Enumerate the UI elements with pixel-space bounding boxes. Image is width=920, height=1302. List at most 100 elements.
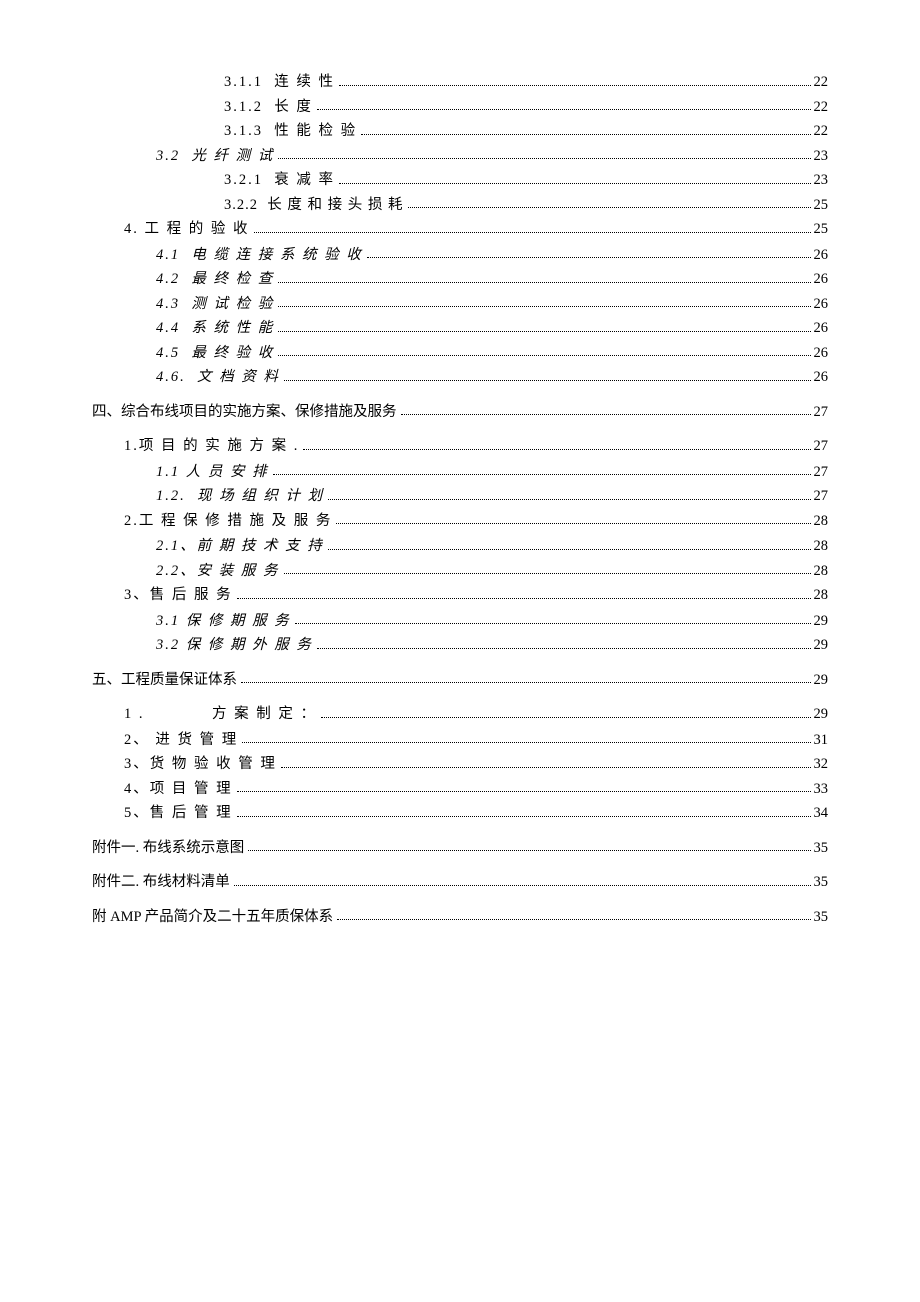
toc-entry-page: 26 [814,346,829,361]
toc-leader-dots [284,565,811,574]
toc-entry: 附件二. 布线材料清单 35 [92,875,828,890]
toc-entry-label: 4.3 测 试 检 验 [156,297,274,312]
toc-entry: 附件一. 布线系统示意图35 [92,841,828,856]
toc-leader-dots [408,199,811,208]
toc-entry-page: 35 [814,841,829,856]
toc-entry: 1.2. 现 场 组 织 计 划27 [92,489,828,504]
toc-entry: 3.2.1 衰 减 率23 [92,173,828,188]
toc-entry: 1.1 人 员 安 排 27 [92,465,828,480]
toc-entry-label: 4.1 电 缆 连 接 系 统 验 收 [156,248,363,263]
toc-entry-page: 32 [814,757,829,772]
toc-entry: 四、综合布线项目的实施方案、保修措施及服务 27 [92,405,828,420]
toc-leader-dots [328,541,811,550]
toc-leader-dots [281,759,811,768]
toc-entry-page: 28 [814,539,829,554]
toc-entry-page: 25 [814,222,829,237]
toc-entry-label: 3.2.2 长 度 和 接 头 损 耗 [224,198,404,213]
toc-entry-page: 29 [814,638,829,653]
toc-leader-dots [278,274,810,283]
toc-entry-page: 26 [814,297,829,312]
toc-leader-dots [317,101,811,110]
toc-entry-page: 26 [814,272,829,287]
toc-entry-label: 4.2 最 终 检 查 [156,272,274,287]
toc-leader-dots [328,491,810,500]
toc-entry-page: 27 [814,405,829,420]
toc-entry-page: 33 [814,782,829,797]
toc-entry: 1.项 目 的 实 施 方 案 .27 [92,439,828,454]
toc-entry: 3.2.2 长 度 和 接 头 损 耗 25 [92,198,828,213]
toc-entry-label: 3.1.1 连 续 性 [224,75,335,90]
toc-entry-page: 31 [814,733,829,748]
toc-entry-label: 附件二. 布线材料清单 [92,875,230,890]
toc-entry-label: 3.1.2 长 度 [224,100,313,115]
toc-entry: 4.1 电 缆 连 接 系 统 验 收 26 [92,248,828,263]
toc-entry: 3.1 保 修 期 服 务 29 [92,614,828,629]
toc-leader-dots [237,808,811,817]
toc-leader-dots [303,441,810,450]
toc-entry-label: 3、售 后 服 务 [124,588,233,603]
toc-entry: 3.1.1 连 续 性22 [92,75,828,90]
toc-leader-dots [237,590,811,599]
toc-leader-dots [241,674,811,683]
toc-entry: 4、项 目 管 理33 [92,782,828,797]
toc-leader-dots [361,126,810,135]
toc-entry-label: 2.1、前 期 技 术 支 持 [156,539,324,554]
toc-entry: 3.2 保 修 期 外 服 务 29 [92,638,828,653]
toc-entry-label: 4.4 系 统 性 能 [156,321,274,336]
toc-leader-dots [234,877,811,886]
toc-leader-dots [278,347,810,356]
toc-entry-page: 25 [814,198,829,213]
toc-entry-label: 3.2 保 修 期 外 服 务 [156,638,313,653]
toc-entry-label: 5、售 后 管 理 [124,806,233,821]
toc-entry-label: 3.1.3 性 能 检 验 [224,124,357,139]
document-page: 3.1.1 连 续 性223.1.2 长 度223.1.3 性 能 检 验223… [0,0,920,1302]
toc-entry-page: 35 [814,910,829,925]
toc-entry-page: 29 [814,707,829,722]
toc-entry: 五、工程质量保证体系 29 [92,673,828,688]
toc-entry-page: 26 [814,248,829,263]
toc-leader-dots [278,298,810,307]
toc-entry-label: 4.6. 文 档 资 料 [156,370,280,385]
toc-entry: 4.4 系 统 性 能26 [92,321,828,336]
toc-leader-dots [337,911,810,920]
toc-leader-dots [336,515,810,524]
toc-entry-label: 五、工程质量保证体系 [92,673,237,688]
toc-entry: 3、货 物 验 收 管 理 32 [92,757,828,772]
toc-leader-dots [295,615,811,624]
toc-leader-dots [367,249,811,258]
toc-entry-label: 四、综合布线项目的实施方案、保修措施及服务 [92,405,397,420]
toc-entry-label: 2.2、安 装 服 务 [156,564,280,579]
toc-entry-label: 2、 进 货 管 理 [124,733,238,748]
toc-entry-label: 1 . 方 案 制 定 ： [124,707,317,722]
toc-leader-dots [401,406,811,415]
toc-entry-label: 3.1 保 修 期 服 务 [156,614,291,629]
toc-entry-page: 27 [814,465,829,480]
toc-entry-label: 3.2.1 衰 减 率 [224,173,335,188]
toc-entry: 3、售 后 服 务28 [92,588,828,603]
toc-entry: 4. 工 程 的 验 收25 [92,222,828,237]
toc-entry: 4.6. 文 档 资 料 26 [92,370,828,385]
toc-entry: 2.工 程 保 修 措 施 及 服 务28 [92,514,828,529]
toc-entry-page: 35 [814,875,829,890]
toc-entry: 4.3 测 试 检 验 26 [92,297,828,312]
toc-entry-page: 29 [814,673,829,688]
toc-entry: 3.2 光 纤 测 试23 [92,149,828,164]
toc-entry-label: 4.5 最 终 验 收 [156,346,274,361]
toc-leader-dots [321,709,811,718]
toc-entry-page: 28 [814,564,829,579]
toc-entry-page: 22 [814,124,829,139]
table-of-contents: 3.1.1 连 续 性223.1.2 长 度223.1.3 性 能 检 验223… [92,75,828,924]
toc-leader-dots [284,372,811,381]
toc-leader-dots [242,734,810,743]
toc-entry-label: 1.1 人 员 安 排 [156,465,269,480]
toc-leader-dots [317,640,811,649]
toc-leader-dots [278,323,810,332]
toc-entry-label: 2.工 程 保 修 措 施 及 服 务 [124,514,332,529]
toc-entry-label: 3、货 物 验 收 管 理 [124,757,277,772]
toc-leader-dots [339,175,811,184]
toc-entry-page: 29 [814,614,829,629]
toc-leader-dots [248,842,810,851]
toc-entry-page: 26 [814,370,829,385]
toc-entry: 3.1.3 性 能 检 验 22 [92,124,828,139]
toc-entry-page: 27 [814,439,829,454]
